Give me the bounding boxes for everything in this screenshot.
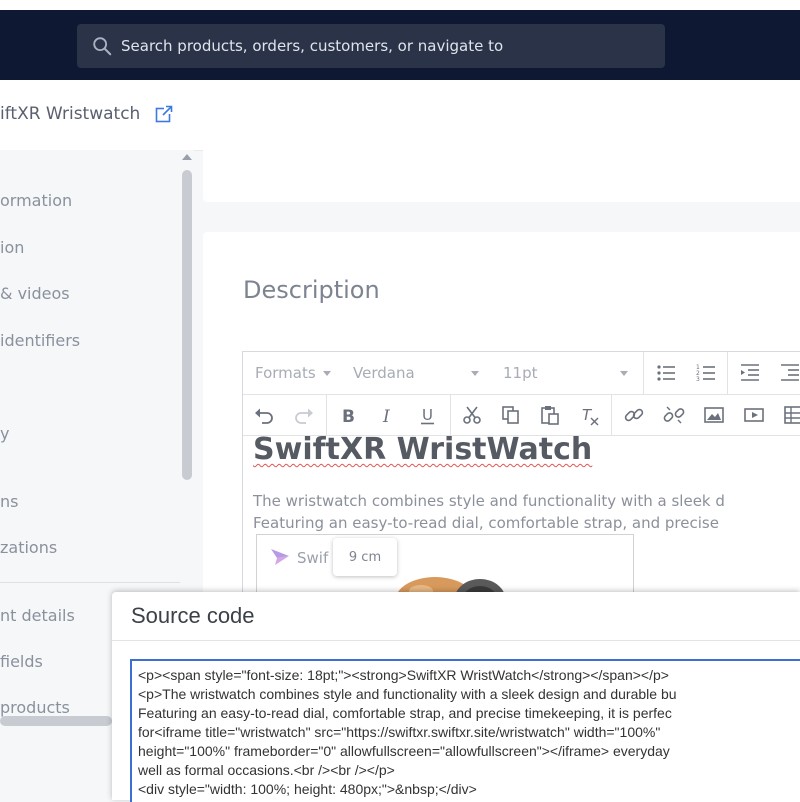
formats-caret-icon (323, 371, 331, 376)
undo-icon[interactable] (253, 404, 275, 426)
bullet-list-icon[interactable] (655, 362, 677, 384)
svg-text:U: U (422, 406, 433, 424)
italic-icon[interactable]: I (377, 404, 399, 426)
previous-card (203, 150, 800, 202)
iframe-label: Swif (297, 549, 329, 567)
dialog-title: Source code (131, 603, 255, 628)
search-bar[interactable]: Search products, orders, customers, or n… (77, 24, 665, 68)
editor-toolbar-row-2: B I U T (243, 395, 800, 436)
sidebar-item-custom-fields[interactable]: fields (0, 652, 43, 671)
code-line: Featuring an easy-to-read dial, comforta… (138, 705, 672, 721)
content-line: The wristwatch combines style and functi… (253, 492, 725, 510)
image-icon[interactable] (703, 404, 725, 426)
size-caret-icon (620, 371, 628, 376)
sidebar-item-media[interactable]: & videos (0, 284, 70, 303)
link-icon[interactable] (623, 404, 645, 426)
sidebar-item-inventory[interactable]: y (0, 424, 9, 443)
indent-icon[interactable] (779, 362, 800, 384)
editor-toolbar-row-1: Formats Verdana 11pt 1 2 3 (243, 352, 800, 395)
product-title: iftXR Wristwatch (0, 104, 141, 124)
scroll-up-arrow-icon[interactable] (182, 154, 192, 160)
swiftxr-logo-icon (271, 549, 289, 565)
paste-icon[interactable] (539, 404, 561, 426)
toolbar-separator (611, 395, 612, 435)
dialog-divider (112, 640, 800, 641)
sidebar-item-options[interactable]: ns (0, 492, 18, 511)
copy-icon[interactable] (500, 404, 522, 426)
code-line: <div style="width: 100%; height: 480px;"… (138, 781, 477, 797)
toolbar-separator (450, 395, 451, 435)
unlink-icon[interactable] (663, 404, 685, 426)
formats-dropdown[interactable]: Formats (255, 364, 316, 382)
code-line: for<iframe title="wristwatch" src="https… (138, 724, 661, 740)
sidebar-item-related-products[interactable]: products (0, 698, 70, 717)
redo-icon[interactable] (293, 404, 315, 426)
content-paragraph[interactable]: The wristwatch combines style and functi… (253, 490, 725, 534)
horizontal-scroll-thumb[interactable] (0, 716, 112, 726)
clear-formatting-icon[interactable]: T (579, 404, 601, 426)
sidebar-divider (0, 582, 180, 583)
sidebar-item-identifiers[interactable]: identifiers (0, 331, 80, 350)
code-line: well as formal occasions.<br /><br /></p… (138, 762, 395, 778)
code-line: <p><span style="font-size: 18pt;"><stron… (138, 667, 669, 683)
underline-icon[interactable]: U (417, 404, 439, 426)
toolbar-separator (727, 352, 728, 394)
table-icon[interactable] (783, 404, 800, 426)
toolbar-separator (326, 395, 327, 435)
bold-icon[interactable]: B (337, 404, 359, 426)
external-link-icon[interactable] (155, 105, 173, 123)
code-line: height="100%" frameborder="0" allowfulls… (138, 743, 670, 759)
source-code-dialog: Source code <p><span style="font-size: 1… (112, 592, 800, 802)
media-icon[interactable] (743, 404, 765, 426)
toolbar-separator (643, 352, 644, 394)
description-heading: Description (243, 276, 380, 304)
search-icon (93, 37, 112, 56)
source-code-textarea[interactable]: <p><span style="font-size: 18pt;"><stron… (130, 659, 800, 802)
content-title[interactable]: SwiftXR WristWatch (253, 432, 592, 467)
numbered-list-icon[interactable]: 1 2 3 (695, 362, 717, 384)
sidebar-item-information[interactable]: ormation (0, 191, 72, 210)
font-size-dropdown[interactable]: 11pt (503, 364, 538, 382)
code-line: <p>The wristwatch combines style and fun… (138, 686, 677, 702)
search-input[interactable]: Search products, orders, customers, or n… (121, 37, 503, 55)
svg-text:B: B (342, 407, 355, 426)
content-line: Featuring an easy-to-read dial, comforta… (253, 514, 719, 532)
svg-text:3: 3 (696, 376, 700, 383)
cut-icon[interactable] (461, 404, 483, 426)
svg-text:T: T (582, 406, 593, 424)
svg-text:I: I (382, 407, 390, 426)
font-caret-icon (471, 371, 479, 376)
font-family-dropdown[interactable]: Verdana (353, 364, 415, 382)
dimension-tooltip: 9 cm (333, 538, 397, 576)
sidebar-item-description[interactable]: ion (0, 238, 24, 257)
sidebar-item-payment-details[interactable]: nt details (0, 606, 75, 625)
sidebar-scroll-thumb[interactable] (182, 170, 192, 480)
sidebar-item-customizations[interactable]: zations (0, 538, 57, 557)
outdent-icon[interactable] (739, 362, 761, 384)
